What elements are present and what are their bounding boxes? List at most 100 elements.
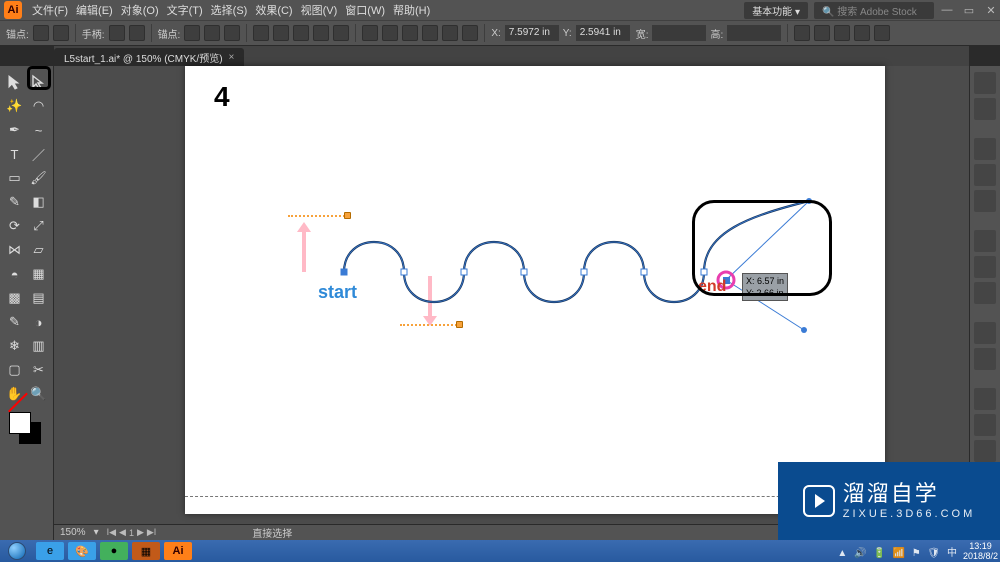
panel-artboards-icon[interactable] xyxy=(974,440,996,462)
shape-builder-tool[interactable]: ◓ xyxy=(3,262,27,286)
rotate-tool[interactable]: ⟳ xyxy=(3,214,27,238)
last-artboard-icon[interactable]: ▶I xyxy=(147,527,156,538)
fill-stroke-swatch[interactable] xyxy=(9,412,45,444)
align-h1[interactable] xyxy=(362,25,378,41)
artboard-tool[interactable]: ▢ xyxy=(3,358,27,382)
symbol-sprayer-tool[interactable]: ❄ xyxy=(3,334,27,358)
lasso-tool[interactable]: ◠ xyxy=(27,94,51,118)
handle-btn-2[interactable] xyxy=(129,25,145,41)
next-artboard-icon[interactable]: ▶ xyxy=(137,527,144,538)
menu-file[interactable]: 文件(F) xyxy=(32,2,68,18)
align-h2[interactable] xyxy=(382,25,398,41)
canvas-area[interactable]: 4 sta xyxy=(54,66,969,524)
window-restore[interactable]: ▭ xyxy=(960,1,978,19)
convert-corner-button[interactable] xyxy=(33,25,49,41)
rectangle-tool[interactable]: ▭ xyxy=(3,166,27,190)
eraser-tool[interactable]: ◧ xyxy=(27,190,51,214)
menu-object[interactable]: 对象(O) xyxy=(121,2,159,18)
ref-point-button[interactable] xyxy=(253,25,269,41)
blend-tool[interactable]: ◑ xyxy=(27,310,51,334)
shape-btn-2[interactable] xyxy=(814,25,830,41)
workspace-switcher[interactable]: 基本功能 ▾ xyxy=(744,2,808,19)
align-h3[interactable] xyxy=(402,25,418,41)
handle-btn-1[interactable] xyxy=(109,25,125,41)
scale-tool[interactable]: ⤢ xyxy=(27,214,51,238)
shape-btn-3[interactable] xyxy=(834,25,850,41)
anchor-connect-button[interactable] xyxy=(224,25,240,41)
task-360[interactable]: ● xyxy=(100,542,128,560)
menu-effect[interactable]: 效果(C) xyxy=(255,2,292,18)
slice-tool[interactable]: ✂ xyxy=(27,358,51,382)
align-button-1[interactable] xyxy=(293,25,309,41)
panel-asset-export-icon[interactable] xyxy=(974,414,996,436)
window-minimize[interactable]: — xyxy=(938,1,956,19)
align-v2[interactable] xyxy=(442,25,458,41)
pen-tool[interactable]: ✒ xyxy=(3,118,27,142)
tray-icons[interactable]: ▲ 🔊 🔋 📶 ⚑ 🛡 中 xyxy=(837,544,959,559)
menu-view[interactable]: 视图(V) xyxy=(301,2,338,18)
magic-wand-tool[interactable]: ✨ xyxy=(3,94,27,118)
free-transform-tool[interactable]: ▱ xyxy=(27,238,51,262)
anchor-remove-button[interactable] xyxy=(184,25,200,41)
first-artboard-icon[interactable]: I◀ xyxy=(107,527,116,538)
panel-layers-icon[interactable] xyxy=(974,388,996,410)
panel-transparency-icon[interactable] xyxy=(974,282,996,304)
windows-taskbar[interactable]: e 🎨 ● ▦ Ai ▲ 🔊 🔋 📶 ⚑ 🛡 中 13:19 2018/8/2 xyxy=(0,540,1000,562)
menu-window[interactable]: 窗口(W) xyxy=(345,2,385,18)
menu-edit[interactable]: 编辑(E) xyxy=(76,2,113,18)
ctrl-h-value[interactable] xyxy=(727,25,781,41)
line-tool[interactable]: ／ xyxy=(27,142,51,166)
align-button-3[interactable] xyxy=(333,25,349,41)
panel-stroke-icon[interactable] xyxy=(974,230,996,252)
shaper-tool[interactable]: ✎ xyxy=(3,190,27,214)
anchor-cut-button[interactable] xyxy=(204,25,220,41)
panel-brushes-icon[interactable] xyxy=(974,164,996,186)
mesh-tool[interactable]: ▩ xyxy=(3,286,27,310)
direct-selection-tool[interactable] xyxy=(27,70,51,94)
graph-tool[interactable]: ▥ xyxy=(27,334,51,358)
convert-smooth-button[interactable] xyxy=(53,25,69,41)
align-v3[interactable] xyxy=(462,25,478,41)
panel-swatches-icon[interactable] xyxy=(974,138,996,160)
task-media[interactable]: 🎨 xyxy=(68,542,96,560)
window-close[interactable]: ✕ xyxy=(982,1,1000,19)
ctrl-x-value[interactable]: 7.5972 in xyxy=(505,25,559,41)
panel-color-icon[interactable] xyxy=(974,72,996,94)
document-tab[interactable]: L5start_1.ai* @ 150% (CMYK/预览) × xyxy=(54,48,244,66)
prev-artboard-icon[interactable]: ◀ xyxy=(119,527,126,538)
menu-select[interactable]: 选择(S) xyxy=(211,2,248,18)
panel-color-guide-icon[interactable] xyxy=(974,98,996,120)
gradient-tool[interactable]: ▤ xyxy=(27,286,51,310)
shape-btn-4[interactable] xyxy=(854,25,870,41)
menu-type[interactable]: 文字(T) xyxy=(167,2,203,18)
align-v1[interactable] xyxy=(422,25,438,41)
menu-help[interactable]: 帮助(H) xyxy=(393,2,430,18)
task-illustrator[interactable]: Ai xyxy=(164,542,192,560)
selection-tool[interactable] xyxy=(3,70,27,94)
eyedropper-tool[interactable]: ✎ xyxy=(3,310,27,334)
shape-btn-5[interactable] xyxy=(874,25,890,41)
perspective-tool[interactable]: ▦ xyxy=(27,262,51,286)
align-button-2[interactable] xyxy=(313,25,329,41)
panel-graphic-styles-icon[interactable] xyxy=(974,348,996,370)
width-tool[interactable]: ⋈ xyxy=(3,238,27,262)
panel-appearance-icon[interactable] xyxy=(974,322,996,344)
document-tab-close[interactable]: × xyxy=(229,52,235,63)
panel-gradient-icon[interactable] xyxy=(974,256,996,278)
curvature-tool[interactable]: ~ xyxy=(27,118,51,142)
artboard-navigator[interactable]: I◀ ◀ 1 ▶ ▶I xyxy=(107,527,157,538)
start-button[interactable] xyxy=(0,540,34,562)
isolate-button[interactable] xyxy=(273,25,289,41)
task-ie[interactable]: e xyxy=(36,542,64,560)
ctrl-y-value[interactable]: 2.5941 in xyxy=(576,25,630,41)
stock-search[interactable]: 🔍 搜索 Adobe Stock xyxy=(814,2,934,19)
system-tray[interactable]: ▲ 🔊 🔋 📶 ⚑ 🛡 中 13:19 2018/8/2 xyxy=(837,541,1000,561)
type-tool[interactable]: T xyxy=(3,142,27,166)
artboard-index[interactable]: 1 xyxy=(129,528,134,538)
panel-symbols-icon[interactable] xyxy=(974,190,996,212)
tray-clock[interactable]: 13:19 2018/8/2 xyxy=(963,541,998,561)
fill-swatch[interactable] xyxy=(9,412,31,434)
paintbrush-tool[interactable]: 🖌 xyxy=(27,166,51,190)
zoom-value[interactable]: 150% xyxy=(60,527,86,538)
task-app[interactable]: ▦ xyxy=(132,542,160,560)
